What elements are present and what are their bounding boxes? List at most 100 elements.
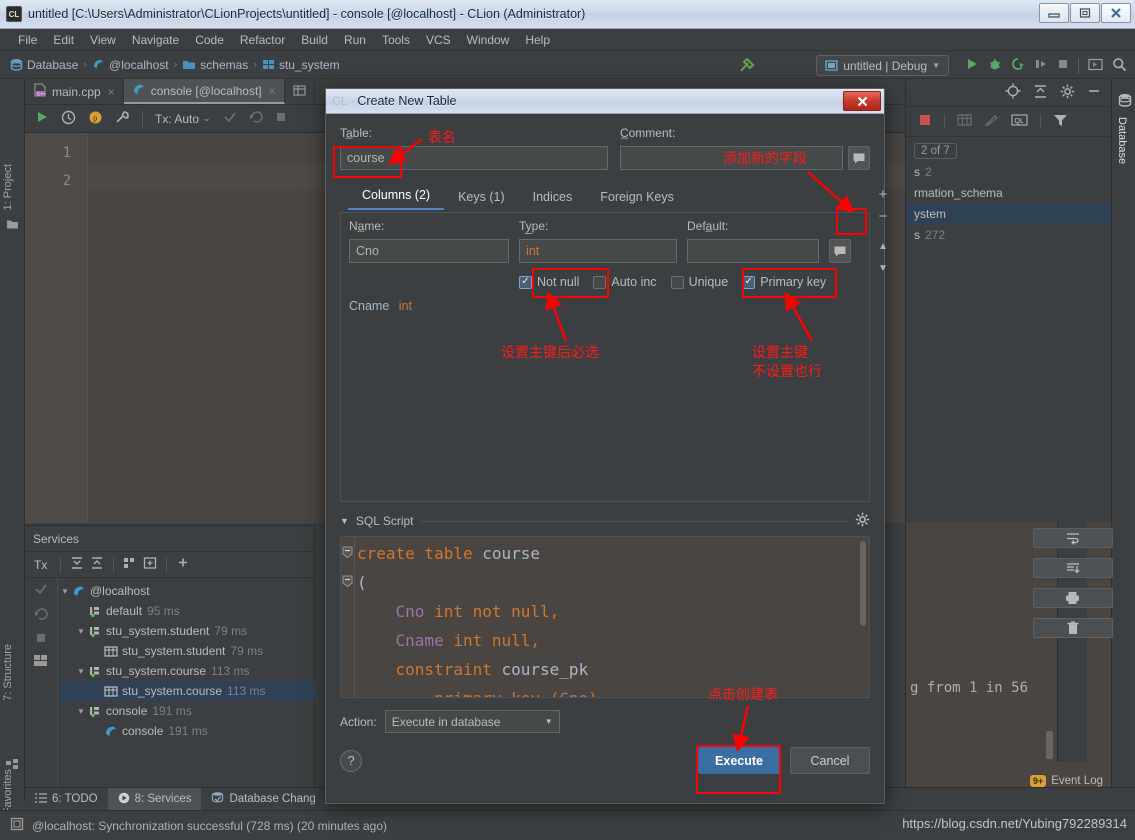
folder-icon[interactable] <box>6 219 19 233</box>
checkbox-unique[interactable]: Unique <box>670 275 728 289</box>
database-tree-item[interactable]: rmation_schema <box>906 182 1111 203</box>
comment-input[interactable] <box>619 146 843 170</box>
move-up-button[interactable]: ▲ <box>871 235 895 257</box>
history-icon[interactable] <box>61 110 76 128</box>
column-row-cname[interactable]: Cname int <box>349 299 861 313</box>
services-tree-item[interactable]: console 191 ms <box>59 721 315 741</box>
breadcrumb-item-database[interactable]: Database <box>27 58 78 72</box>
locate-icon[interactable] <box>1005 83 1021 102</box>
table-icon[interactable] <box>957 113 972 130</box>
sql-scrollbar[interactable] <box>860 541 866 626</box>
search-icon[interactable] <box>1112 57 1127 75</box>
minimize-button[interactable] <box>1039 3 1069 23</box>
run-anything-button[interactable] <box>1088 58 1103 74</box>
editor-tab-extra[interactable] <box>285 79 315 104</box>
menu-item-view[interactable]: View <box>82 31 124 49</box>
services-tree-item[interactable]: stu_system.student 79 ms <box>59 641 315 661</box>
column-name-input[interactable]: Cno <box>349 239 509 263</box>
stop-red-icon[interactable] <box>918 113 932 130</box>
build-hammer-icon[interactable] <box>738 56 755 76</box>
debug-button[interactable] <box>988 57 1002 74</box>
breadcrumb-item-schemas[interactable]: schemas <box>200 58 248 72</box>
services-tree-item[interactable]: ▼ @localhost <box>59 581 315 601</box>
column-comment-button[interactable] <box>829 239 851 263</box>
edit-icon[interactable] <box>984 113 999 130</box>
menu-item-edit[interactable]: Edit <box>45 31 82 49</box>
print-icon[interactable] <box>1032 588 1113 608</box>
filter-icon[interactable] <box>1053 113 1068 130</box>
menu-item-file[interactable]: File <box>10 31 45 49</box>
hide-icon[interactable] <box>1087 84 1101 101</box>
step-over-button[interactable] <box>1034 57 1048 74</box>
expander-icon[interactable]: ▼ <box>75 667 87 676</box>
menu-item-vcs[interactable]: VCS <box>418 31 459 49</box>
tab-indices[interactable]: Indices <box>519 186 587 210</box>
fold-icon[interactable] <box>342 546 353 561</box>
remove-column-button[interactable]: − <box>871 205 895 227</box>
dialog-close-button[interactable] <box>843 91 881 111</box>
bottom-tab-database-changes[interactable]: Database Chang <box>201 788 325 811</box>
editor-tab-console[interactable]: console [@localhost] × <box>123 79 285 104</box>
delete-trash-icon[interactable] <box>1032 618 1113 638</box>
database-tree-item[interactable]: s2 <box>906 161 1111 182</box>
query-console-icon[interactable]: QL <box>1011 113 1028 130</box>
collapse-all-icon[interactable] <box>90 556 104 573</box>
gear-icon[interactable] <box>855 512 870 530</box>
tab-columns[interactable]: Columns (2) <box>348 184 445 210</box>
checkbox-not-null[interactable]: ✓ Not null <box>519 275 579 289</box>
commit-icon[interactable] <box>34 582 48 599</box>
tab-foreign-keys[interactable]: Foreign Keys <box>586 186 688 210</box>
comment-expand-button[interactable] <box>848 146 870 170</box>
maximize-button[interactable] <box>1070 3 1100 23</box>
database-tool-tab[interactable]: Database <box>1116 117 1128 164</box>
bottom-tab-services[interactable]: 8: Services <box>107 787 202 811</box>
soft-wrap-icon[interactable] <box>1032 528 1113 548</box>
cancel-button[interactable]: Cancel <box>790 747 870 774</box>
add-column-button[interactable]: + <box>871 183 895 205</box>
menu-item-refactor[interactable]: Refactor <box>232 31 293 49</box>
menu-item-code[interactable]: Code <box>187 31 232 49</box>
expander-icon[interactable]: ▼ <box>59 587 71 596</box>
execute-button[interactable]: Execute <box>698 747 780 774</box>
database-tree-item[interactable]: s 272 <box>906 224 1111 245</box>
menu-item-window[interactable]: Window <box>459 31 518 49</box>
close-button[interactable] <box>1101 3 1131 23</box>
tool-window-project[interactable]: 1: Project <box>2 164 14 210</box>
transaction-mode-selector[interactable]: Tx: Auto ⌄ <box>155 112 211 126</box>
services-tree-item[interactable]: default 95 ms <box>59 601 315 621</box>
stop-button[interactable] <box>1057 58 1069 73</box>
rollback-icon[interactable] <box>34 607 48 624</box>
services-tree-item[interactable]: stu_system.course 113 ms <box>59 681 315 701</box>
services-tree-item[interactable]: ▼ stu_system.student 79 ms <box>59 621 315 641</box>
action-select[interactable]: Execute in database ▼ <box>384 710 560 733</box>
gear-icon[interactable] <box>1060 84 1075 102</box>
column-default-input[interactable] <box>687 239 819 263</box>
menu-item-navigate[interactable]: Navigate <box>124 31 187 49</box>
scroll-to-end-icon[interactable] <box>1032 558 1113 578</box>
output-scrollbar[interactable] <box>1046 731 1053 759</box>
checkbox-primary-key[interactable]: ✓ Primary key <box>742 275 826 289</box>
expander-icon[interactable]: ▼ <box>75 707 87 716</box>
expander-icon[interactable]: ▼ <box>75 627 87 636</box>
settings-wrench-icon[interactable] <box>115 110 130 128</box>
run-configuration-selector[interactable]: untitled | Debug ▼ <box>816 55 949 76</box>
close-icon[interactable]: × <box>108 85 115 99</box>
services-tree-item[interactable]: ▼ console 191 ms <box>59 701 315 721</box>
fold-icon[interactable] <box>342 575 353 590</box>
commit-icon[interactable] <box>223 110 237 127</box>
event-log-button[interactable]: 9+ Event Log <box>1029 775 1103 787</box>
breadcrumb-item-stu-system[interactable]: stu_system <box>279 58 340 72</box>
group-by-icon[interactable] <box>123 556 137 573</box>
bottom-tab-todo[interactable]: 6: TODO <box>25 788 108 811</box>
expand-all-icon[interactable] <box>70 556 84 573</box>
database-tree-item[interactable]: ystem <box>906 203 1111 224</box>
execute-statement-button[interactable] <box>35 110 49 127</box>
sql-script-editor[interactable]: create table course ( Cno int not null, C… <box>340 536 870 698</box>
services-tree-item[interactable]: ▼ stu_system.course 113 ms <box>59 661 315 681</box>
menu-item-run[interactable]: Run <box>336 31 374 49</box>
stop-icon[interactable] <box>275 111 287 126</box>
column-type-input[interactable]: int <box>519 239 677 263</box>
layout-icon[interactable] <box>34 655 48 670</box>
database-tree[interactable]: 2 of 7 s 2 rmation_schema ystem s 272 <box>906 137 1111 245</box>
tab-keys[interactable]: Keys (1) <box>444 186 519 210</box>
